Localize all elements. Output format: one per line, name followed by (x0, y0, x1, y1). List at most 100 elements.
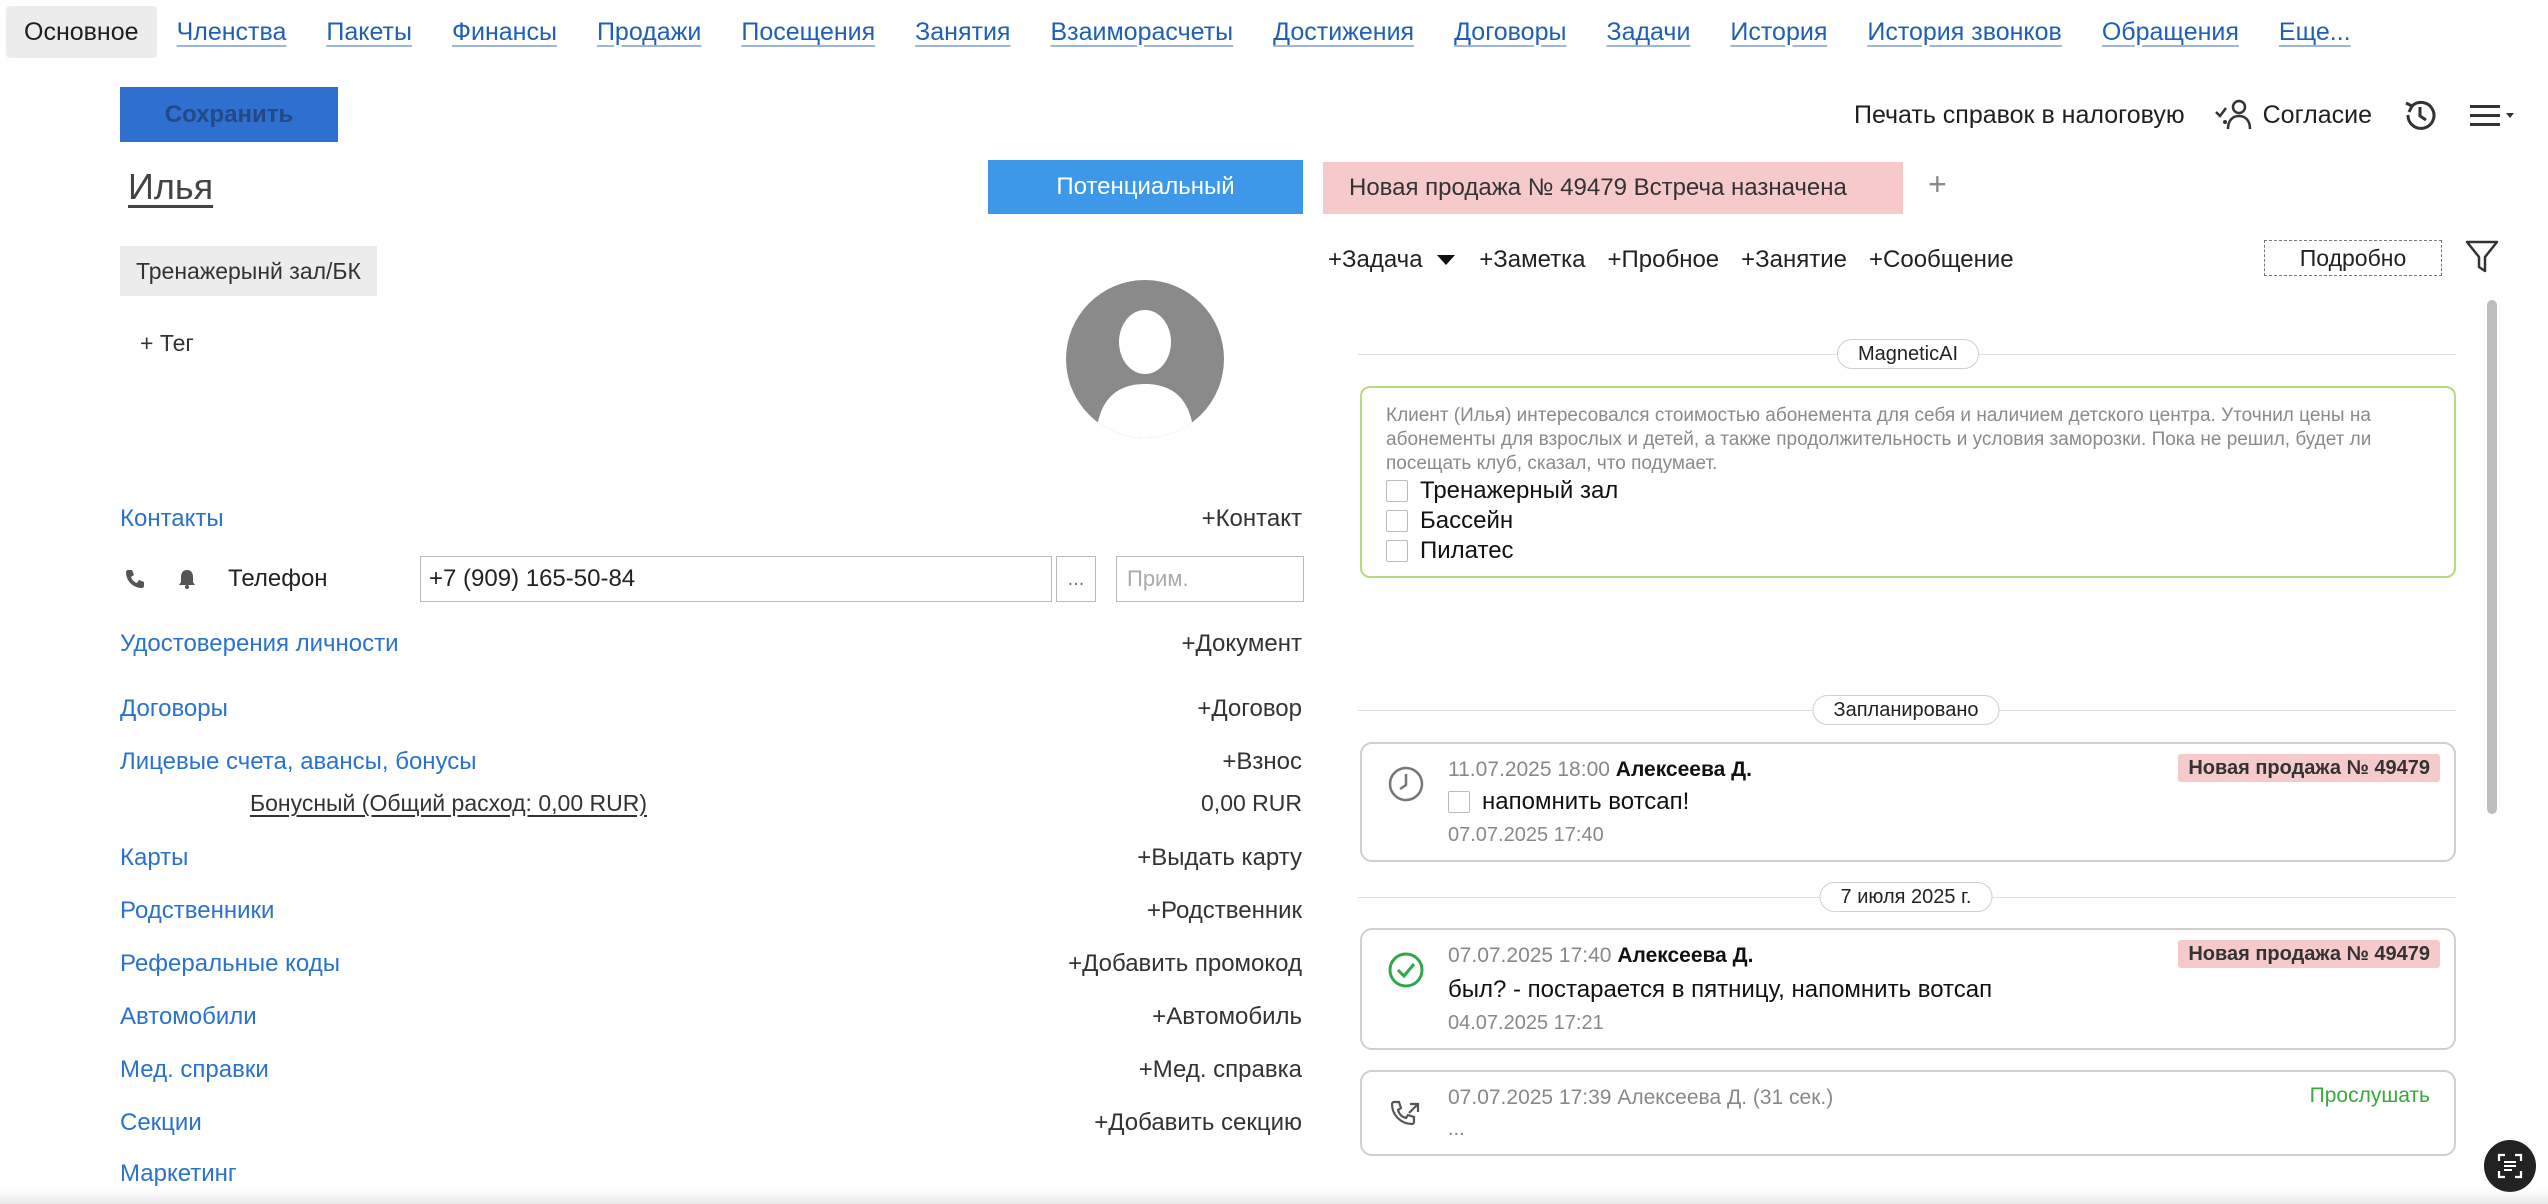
tab-settlements[interactable]: Взаиморасчеты (1030, 6, 1253, 58)
save-button[interactable]: Сохранить (120, 87, 338, 142)
phone-more-button[interactable]: ... (1056, 556, 1096, 602)
planned-text: напомнить вотсап! (1482, 788, 1690, 815)
phone-icon[interactable] (120, 568, 150, 590)
done-datetime: 07.07.2025 17:40 (1448, 944, 1612, 967)
sale-tab[interactable]: Новая продажа № 49479 Встреча назначена (1323, 162, 1903, 214)
detail-button[interactable]: Подробно (2264, 240, 2442, 276)
phone-input[interactable]: +7 (909) 165-50-84 (420, 556, 1052, 602)
ai-check-label: Тренажерный зал (1420, 477, 1619, 504)
medical-label[interactable]: Мед. справки (120, 1056, 269, 1084)
planned-pill: Запланировано (1812, 695, 2000, 725)
done-text: был? - постарается в пятницу, напомнить … (1448, 976, 1993, 1003)
bonus-row: Бонусный (Общий расход: 0,00 RUR) 0,00 R… (250, 790, 1302, 817)
checkbox[interactable] (1386, 480, 1408, 502)
ai-summary-card: Клиент (Илья) интересовался стоимостью а… (1360, 386, 2456, 578)
accounts-section: Лицевые счета, авансы, бонусы +Взнос (120, 748, 1302, 776)
tab-contracts[interactable]: Договоры (1434, 6, 1586, 58)
tab-sales[interactable]: Продажи (577, 6, 721, 58)
client-name[interactable]: Илья (128, 166, 213, 208)
cards-label[interactable]: Карты (120, 844, 188, 872)
club-tag[interactable]: Тренажерынй зал/БК (120, 246, 377, 296)
relatives-section: Родственники +Родственник (120, 897, 1302, 925)
add-tab-button[interactable]: + (1928, 166, 1947, 203)
tab-classes[interactable]: Занятия (895, 6, 1030, 58)
accounts-label[interactable]: Лицевые счета, авансы, бонусы (120, 748, 477, 776)
add-medical-button[interactable]: +Мед. справка (1139, 1056, 1302, 1084)
marketing-section: Маркетинг (120, 1160, 1302, 1188)
listen-link[interactable]: Прослушать (2310, 1084, 2430, 1108)
tab-finance[interactable]: Финансы (432, 6, 577, 58)
history-button[interactable] (2400, 95, 2440, 135)
checkbox[interactable] (1386, 510, 1408, 532)
planned-task-card[interactable]: 11.07.2025 18:00 Алексеева Д. Новая прод… (1360, 742, 2456, 862)
caret-down-icon (1437, 255, 1456, 265)
add-payment-button[interactable]: +Взнос (1222, 748, 1302, 776)
ai-check-pool[interactable]: Бассейн (1386, 506, 2430, 536)
ai-check-pilates[interactable]: Пилатес (1386, 536, 2430, 566)
tab-visits[interactable]: Посещения (721, 6, 895, 58)
consent-button[interactable]: Согласие (2213, 98, 2372, 132)
add-tag-button[interactable]: + Тег (140, 330, 194, 357)
sale-badge[interactable]: Новая продажа № 49479 (2178, 754, 2440, 782)
ids-label[interactable]: Удостоверения личности (120, 630, 399, 658)
add-section-button[interactable]: +Добавить секцию (1094, 1109, 1302, 1137)
avatar-silhouette-icon (1096, 310, 1194, 438)
tab-achievements[interactable]: Достижения (1253, 6, 1434, 58)
marketing-label[interactable]: Маркетинг (120, 1160, 237, 1188)
hamburger-menu-icon (2470, 105, 2514, 126)
add-relative-button[interactable]: +Родственник (1147, 897, 1302, 925)
top-tabs: Основное Членства Пакеты Финансы Продажи… (6, 6, 2371, 58)
floating-action-button[interactable] (2484, 1140, 2536, 1192)
avatar[interactable] (1066, 280, 1224, 438)
cars-section: Автомобили +Автомобиль (120, 1003, 1302, 1031)
tab-requests[interactable]: Обращения (2082, 6, 2259, 58)
add-contact-button[interactable]: +Контакт (1202, 505, 1302, 533)
tab-more[interactable]: Еще... (2259, 6, 2371, 58)
consent-icon (2214, 99, 2251, 130)
add-document-button[interactable]: +Документ (1182, 630, 1302, 658)
filter-icon[interactable] (2464, 238, 2500, 276)
add-promocode-button[interactable]: +Добавить промокод (1068, 950, 1302, 978)
tab-call-history[interactable]: История звонков (1847, 6, 2081, 58)
cars-label[interactable]: Автомобили (120, 1003, 257, 1031)
phone-note-input[interactable]: Прим. (1116, 556, 1304, 602)
tax-print-button[interactable]: Печать справок в налоговую (1854, 101, 2185, 130)
bonus-account-link[interactable]: Бонусный (Общий расход: 0,00 RUR) (250, 790, 647, 817)
referral-label[interactable]: Реферальные коды (120, 950, 340, 978)
tab-packages[interactable]: Пакеты (306, 6, 432, 58)
issue-card-button[interactable]: +Выдать карту (1137, 844, 1302, 872)
tab-main[interactable]: Основное (6, 6, 157, 58)
add-contract-button[interactable]: +Договор (1197, 695, 1302, 723)
tab-history[interactable]: История (1710, 6, 1847, 58)
ids-section: Удостоверения личности +Документ (120, 630, 1302, 658)
add-note-button[interactable]: +Заметка (1479, 246, 1585, 274)
incoming-call-icon (1390, 1100, 1420, 1126)
timeline-scrollbar-thumb[interactable] (2487, 300, 2497, 814)
sale-badge[interactable]: Новая продажа № 49479 (2178, 940, 2440, 968)
add-class-button[interactable]: +Занятие (1741, 246, 1847, 274)
done-task-card[interactable]: 07.07.2025 17:40 Алексеева Д. Новая прод… (1360, 928, 2456, 1050)
task-done-checkbox[interactable] (1448, 791, 1470, 813)
tab-memberships[interactable]: Членства (157, 6, 307, 58)
text-scan-icon (2497, 1153, 2523, 1179)
relatives-label[interactable]: Родственники (120, 897, 274, 925)
add-car-button[interactable]: +Автомобиль (1152, 1003, 1302, 1031)
bonus-value: 0,00 RUR (1201, 790, 1302, 816)
checkbox[interactable] (1386, 540, 1408, 562)
add-task-button[interactable]: +Задача (1328, 246, 1457, 274)
menu-button[interactable] (2468, 100, 2518, 130)
call-card[interactable]: 07.07.2025 17:39 Алексеева Д. (31 сек.) … (1360, 1070, 2456, 1156)
add-message-button[interactable]: +Сообщение (1869, 246, 2014, 274)
planned-meta: 11.07.2025 18:00 Алексеева Д. (1448, 758, 1752, 782)
contacts-label[interactable]: Контакты (120, 505, 224, 533)
tab-tasks[interactable]: Задачи (1586, 6, 1710, 58)
status-button[interactable]: Потенциальный (988, 160, 1303, 214)
contracts-label[interactable]: Договоры (120, 695, 228, 723)
done-meta: 07.07.2025 17:40 Алексеева Д. (1448, 944, 1753, 968)
sections-label[interactable]: Секции (120, 1109, 202, 1137)
bell-icon[interactable] (172, 568, 202, 590)
tax-print-label: Печать справок в налоговую (1853, 100, 2185, 129)
ai-check-gym[interactable]: Тренажерный зал (1386, 476, 2430, 506)
add-trial-button[interactable]: +Пробное (1608, 246, 1720, 274)
cards-section: Карты +Выдать карту (120, 844, 1302, 872)
